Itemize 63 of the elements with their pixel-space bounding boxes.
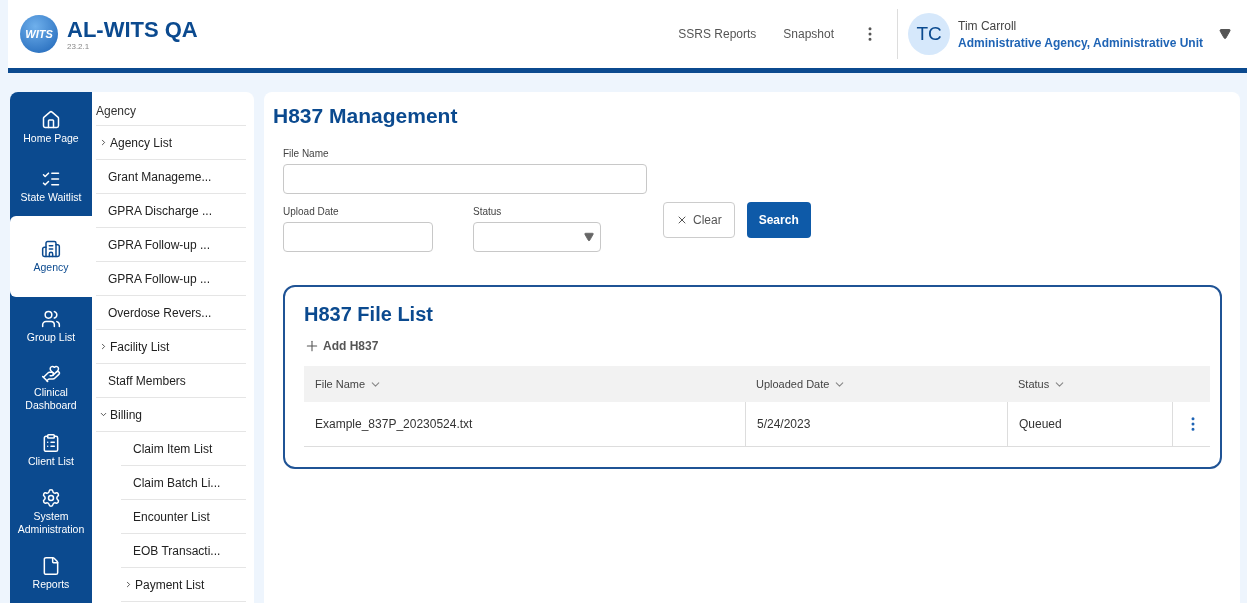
file-icon bbox=[41, 556, 61, 576]
column-header[interactable]: File Name bbox=[304, 366, 745, 402]
plus-icon bbox=[304, 338, 320, 354]
nav-item[interactable]: Home Page bbox=[10, 98, 92, 157]
submenu-item[interactable]: GPRA Follow-up ... bbox=[96, 262, 246, 296]
table-cell: Queued bbox=[1007, 402, 1172, 447]
nav-item[interactable]: Agency bbox=[10, 215, 92, 298]
column-header[interactable]: Uploaded Date bbox=[745, 366, 1007, 402]
submenu-item[interactable]: Claim Batch Li... bbox=[121, 466, 246, 500]
card-title: H837 File List bbox=[304, 303, 434, 326]
user-name: Tim Carroll bbox=[958, 18, 1018, 33]
table-cell: 5/24/2023 bbox=[745, 402, 1007, 447]
building-icon bbox=[41, 239, 61, 259]
chevron-down-icon bbox=[99, 410, 108, 419]
caret-icon bbox=[584, 232, 594, 242]
submenu-item[interactable]: EOB Transacti... bbox=[121, 534, 246, 568]
submenu-item[interactable]: Facility List bbox=[96, 330, 246, 364]
field-label: File Name bbox=[283, 148, 330, 159]
header-link[interactable]: SSRS Reports bbox=[678, 27, 757, 41]
submenu-item[interactable]: GPRA Follow-up ... bbox=[96, 228, 246, 262]
submenu-item[interactable]: Claim Item List bbox=[121, 432, 246, 466]
clear-button[interactable]: Clear bbox=[663, 202, 735, 238]
submenu-item[interactable]: Overdose Revers... bbox=[96, 296, 246, 330]
chevron-right-icon bbox=[99, 138, 108, 147]
submenu-item[interactable]: Payment List bbox=[121, 568, 246, 602]
app-logo: WITS bbox=[20, 15, 58, 53]
nav-item[interactable]: State Waitlist bbox=[10, 157, 92, 216]
column-header[interactable]: Status bbox=[1007, 366, 1172, 402]
version-label: 23.2.1 bbox=[67, 41, 91, 51]
clipboard-icon bbox=[41, 432, 61, 453]
field-label: Status bbox=[473, 206, 503, 217]
home-icon bbox=[41, 110, 61, 130]
upload-date-field[interactable] bbox=[283, 222, 433, 252]
column-header bbox=[1172, 366, 1210, 402]
submenu-item[interactable]: Agency List bbox=[96, 126, 246, 160]
submenu-item[interactable]: Encounter List bbox=[121, 500, 246, 534]
submenu-item[interactable]: GPRA Discharge ... bbox=[96, 194, 246, 228]
submenu-item[interactable]: Staff Members bbox=[96, 364, 246, 398]
close-icon bbox=[676, 214, 688, 226]
chevron-right-icon bbox=[124, 580, 133, 589]
submenu-item[interactable]: Grant Manageme... bbox=[96, 160, 246, 194]
users-icon bbox=[41, 309, 61, 330]
nav-item[interactable]: Reports bbox=[10, 544, 92, 603]
header-link[interactable]: Snapshot bbox=[783, 27, 835, 41]
dropdown-icon[interactable] bbox=[1219, 28, 1231, 40]
field-label: Upload Date bbox=[283, 206, 340, 217]
chevron-right-icon bbox=[99, 342, 108, 351]
nav-item[interactable]: Client List bbox=[10, 420, 92, 480]
page-title: H837 Management bbox=[273, 104, 459, 128]
nav-item[interactable]: Clinical Dashboard bbox=[10, 356, 92, 421]
nav-item[interactable]: Group List bbox=[10, 297, 92, 357]
submenu-item[interactable]: Billing bbox=[96, 398, 246, 432]
app-title: AL-WITS QA bbox=[67, 17, 198, 42]
submenu-title: Agency bbox=[96, 98, 246, 126]
user-unit: Administrative Agency, Administrative Unit bbox=[958, 35, 1203, 50]
add-button[interactable]: Add H837 bbox=[304, 338, 379, 354]
hand-heart-icon bbox=[41, 364, 61, 385]
table-cell: Example_837P_20230524.txt bbox=[304, 402, 745, 447]
nav-item[interactable]: System Administration bbox=[10, 479, 92, 545]
settings-icon bbox=[41, 487, 61, 508]
user-avatar: TC bbox=[908, 13, 951, 55]
file-name-field[interactable] bbox=[283, 164, 647, 194]
search-button[interactable]: Search bbox=[746, 202, 811, 238]
